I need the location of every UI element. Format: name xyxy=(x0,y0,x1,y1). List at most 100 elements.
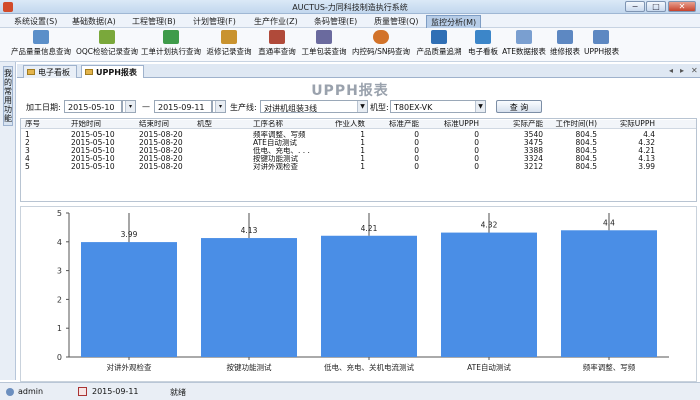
status-date: 2015-09-11 xyxy=(92,387,139,396)
upph-chart: 0 1 2 3 4 5 3.99 对讲外观检查 4.13 按键功能测试 4.21 低电、充电、关机电流… xyxy=(20,206,697,382)
menu-planning[interactable]: 计划管理(F) xyxy=(193,16,236,27)
y-tick-label: 4 xyxy=(57,238,62,247)
column-header[interactable]: 标准UPPH xyxy=(433,120,479,128)
favorites-rail: 我的常用功能 xyxy=(0,62,16,380)
tool-label: 产品质量追溯 xyxy=(416,47,462,56)
tool-workorder-plan[interactable]: 工单计划执行查询 xyxy=(140,30,202,60)
query-button[interactable]: 查 询 xyxy=(496,100,542,113)
table-cell: 804.5 xyxy=(575,131,597,139)
folder-icon xyxy=(27,69,35,75)
tool-sn-query[interactable]: 内控码/SN码查询 xyxy=(350,30,412,60)
table-row[interactable]: 2 2015-05-10 2015-08-20 ATE自动测试 1 0 0 3475 804.5… xyxy=(21,139,696,147)
table-cell: 1 xyxy=(360,139,365,147)
table-cell: 1 xyxy=(360,163,365,171)
table-cell: 3 xyxy=(25,147,30,155)
table-cell: 4.21 xyxy=(638,147,655,155)
bar-chart-icon xyxy=(163,30,179,44)
minimize-button[interactable]: − xyxy=(625,1,645,12)
table-row[interactable]: 1 2015-05-10 2015-08-20 频率调整、写频 1 0 0 3540 804.5… xyxy=(21,131,696,139)
menu-basic-data[interactable]: 基础数据(A) xyxy=(72,16,116,27)
tool-oqc[interactable]: OQC检验记录查询 xyxy=(76,30,138,60)
tool-repair-record[interactable]: 返修记录查询 xyxy=(204,30,254,60)
tool-upph-report[interactable]: UPPH报表 xyxy=(584,30,619,60)
x-tick-label: ATE自动测试 xyxy=(467,362,511,372)
report-icon xyxy=(269,30,285,44)
column-header[interactable]: 机型 xyxy=(197,120,237,128)
date-to-picker[interactable]: ▾ xyxy=(212,100,226,113)
tab-e-board[interactable]: 电子看板 xyxy=(23,65,77,78)
bar xyxy=(441,232,537,357)
data-label: 4.32 xyxy=(481,221,498,230)
menu-system-settings[interactable]: 系统设置(S) xyxy=(14,16,57,27)
tool-label: 电子看板 xyxy=(468,47,498,56)
table-cell: 0 xyxy=(474,131,479,139)
table-cell: 2015-08-20 xyxy=(139,155,183,163)
tool-e-board[interactable]: 电子看板 xyxy=(466,30,500,60)
line-label: 生产线: xyxy=(230,103,257,112)
y-tick-label: 2 xyxy=(57,295,62,304)
tab-upph-report[interactable]: UPPH报表 xyxy=(81,65,144,78)
table-cell: 1 xyxy=(25,131,30,139)
table-cell: 对讲外观检查 xyxy=(253,163,298,171)
table-cell: 2015-05-10 xyxy=(71,147,115,155)
table-row[interactable]: 3 2015-05-10 2015-08-20 低电、充电、. . . 1 0 0 3388 8… xyxy=(21,147,696,155)
column-header[interactable]: 实际UPPH xyxy=(603,120,655,128)
column-header[interactable]: 开始时间 xyxy=(71,120,127,128)
column-header[interactable]: 标准产能 xyxy=(377,120,419,128)
tab-scroll-right-icon[interactable]: ▸ xyxy=(680,66,684,75)
table-cell: 804.5 xyxy=(575,163,597,171)
table-cell: 0 xyxy=(414,131,419,139)
board-icon xyxy=(475,30,491,44)
column-header[interactable]: 实际产能 xyxy=(497,120,543,128)
date-to-field[interactable]: 2015-09-11 xyxy=(154,100,212,113)
date-from-picker[interactable]: ▾ xyxy=(122,100,136,113)
maximize-button[interactable]: □ xyxy=(646,1,666,12)
menu-production[interactable]: 生产作业(Z) xyxy=(254,16,298,27)
bar xyxy=(81,242,177,357)
table-cell: 2015-05-10 xyxy=(71,163,115,171)
table-cell: 0 xyxy=(474,163,479,171)
table-cell: 4 xyxy=(25,155,30,163)
status-state: 就绪 xyxy=(170,388,186,397)
table-cell: 0 xyxy=(414,139,419,147)
line-value: 对讲机组装3线 xyxy=(264,104,318,113)
table-cell: 1 xyxy=(360,155,365,163)
tool-ate-report[interactable]: ATE数据报表 xyxy=(502,30,546,60)
bar xyxy=(321,235,417,357)
menu-barcode[interactable]: 条码管理(E) xyxy=(314,16,357,27)
column-header[interactable]: 工序名称 xyxy=(253,120,333,128)
tool-packaging[interactable]: 工单包装查询 xyxy=(300,30,348,60)
data-grid: 序号 开始时间 结束时间 机型 工序名称 作业人数 标准产能 标准UPPH 实际… xyxy=(20,118,697,202)
tab-scroll-left-icon[interactable]: ◂ xyxy=(669,66,673,75)
menu-quality[interactable]: 质量管理(Q) xyxy=(374,16,419,27)
model-select[interactable]: T80EX-VK ▼ xyxy=(390,100,486,113)
table-cell: 0 xyxy=(414,155,419,163)
tool-label: 工单计划执行查询 xyxy=(141,47,201,56)
column-header[interactable]: 作业人数 xyxy=(327,120,365,128)
date-from-field[interactable]: 2015-05-10 xyxy=(64,100,122,113)
table-cell: 4.4 xyxy=(643,131,655,139)
close-button[interactable]: ✕ xyxy=(668,1,696,12)
bar-chart-icon xyxy=(221,30,237,44)
tool-first-pass-yield[interactable]: 直通率查询 xyxy=(256,30,298,60)
table-row[interactable]: 4 2015-05-10 2015-08-20 按键功能测试 1 0 0 3324 804.5 4… xyxy=(21,155,696,163)
table-cell: 3212 xyxy=(523,163,543,171)
status-bar: admin 2015-09-11 就绪 xyxy=(0,382,700,400)
tool-label: 内控码/SN码查询 xyxy=(352,47,410,56)
tool-quality-trace[interactable]: 产品质量追溯 xyxy=(414,30,464,60)
tab-close-icon[interactable]: ✕ xyxy=(691,66,698,75)
table-cell: 3540 xyxy=(523,131,543,139)
column-header[interactable]: 结束时间 xyxy=(139,120,195,128)
table-row[interactable]: 5 2015-05-10 2015-08-20 对讲外观检查 1 0 0 3212 804.5 3… xyxy=(21,163,696,171)
model-value: T80EX-VK xyxy=(394,103,433,112)
network-icon xyxy=(431,30,447,44)
column-header[interactable]: 工作时间(H) xyxy=(545,120,598,128)
window-title: AUCTUS-力同科技制造执行系统 xyxy=(292,3,408,12)
column-header[interactable]: 序号 xyxy=(25,120,55,128)
table-cell: 2015-08-20 xyxy=(139,139,183,147)
pie-icon xyxy=(373,30,389,44)
line-select[interactable]: 对讲机组装3线 ▼ xyxy=(260,100,368,113)
tool-product-info[interactable]: 产品量量信息查询 xyxy=(8,30,74,60)
menu-engineering[interactable]: 工程管理(B) xyxy=(132,16,176,27)
tool-repair-report[interactable]: 维修报表 xyxy=(548,30,582,60)
